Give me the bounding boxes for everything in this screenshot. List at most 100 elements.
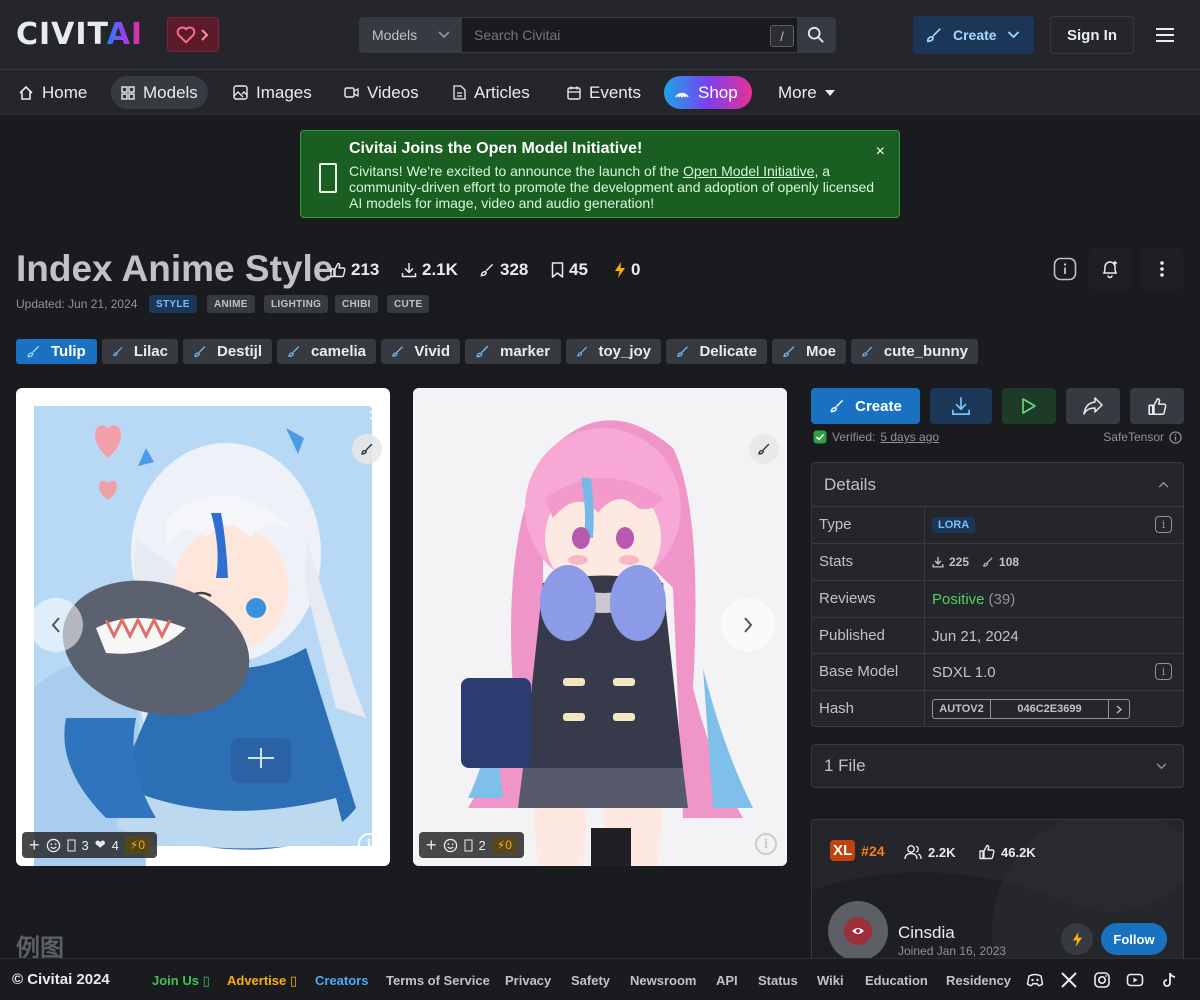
footer-residency[interactable]: Residency bbox=[946, 973, 1011, 988]
support-heart-button[interactable] bbox=[167, 17, 219, 52]
search-input[interactable] bbox=[462, 18, 797, 52]
nav-shop[interactable]: Shop bbox=[664, 76, 752, 109]
civitai-logo[interactable]: CIVITAI bbox=[16, 19, 143, 51]
carousel-prev-button[interactable] bbox=[29, 598, 83, 652]
tag-style[interactable]: STYLE bbox=[149, 295, 197, 313]
nav-more[interactable]: More bbox=[768, 76, 845, 109]
tag-anime[interactable]: ANIME bbox=[207, 295, 255, 313]
close-icon[interactable]: × bbox=[876, 143, 885, 161]
smile-icon[interactable] bbox=[46, 838, 61, 853]
header-create-button[interactable]: Create bbox=[913, 16, 1034, 54]
tip-buzz-button[interactable] bbox=[1061, 923, 1093, 955]
version-chip[interactable]: Delicate bbox=[666, 339, 767, 364]
brush-icon bbox=[361, 443, 373, 455]
more-options-button[interactable] bbox=[1141, 248, 1183, 290]
stat-collected: 45 bbox=[551, 259, 588, 281]
notify-bell-button[interactable] bbox=[1089, 248, 1131, 290]
footer-join-us[interactable]: Join Us ▯ bbox=[152, 973, 210, 989]
x-twitter-icon[interactable] bbox=[1060, 971, 1078, 989]
heart-icon[interactable]: ❤ bbox=[95, 837, 106, 853]
chevron-right-icon[interactable] bbox=[1109, 700, 1129, 718]
tag-lighting[interactable]: LIGHTING bbox=[264, 295, 329, 313]
version-chip[interactable]: Lilac bbox=[102, 339, 178, 364]
plus-icon[interactable]: + bbox=[29, 835, 40, 856]
plus-icon[interactable]: + bbox=[426, 835, 437, 856]
version-chip[interactable]: marker bbox=[465, 339, 561, 364]
share-button[interactable] bbox=[1066, 388, 1120, 424]
dots-vertical-icon[interactable]: · · · bbox=[368, 396, 374, 426]
play-button[interactable] bbox=[1002, 388, 1056, 424]
footer-creators[interactable]: Creators bbox=[315, 973, 368, 988]
tiktok-icon[interactable] bbox=[1160, 971, 1178, 989]
reviews-sentiment[interactable]: Positive bbox=[932, 591, 985, 608]
top-header: CIVITAI Models / Create Sign In bbox=[0, 0, 1200, 70]
follow-button[interactable]: Follow bbox=[1101, 923, 1167, 955]
open-model-initiative-link[interactable]: Open Model Initiative bbox=[683, 163, 815, 179]
model-info-button[interactable] bbox=[1044, 248, 1086, 290]
info-icon[interactable]: i bbox=[1155, 663, 1172, 680]
tag-cute[interactable]: CUTE bbox=[387, 295, 430, 313]
hash-box[interactable]: AUTOV2 046C2E3699 bbox=[932, 699, 1130, 719]
nav-articles[interactable]: Articles bbox=[443, 76, 540, 109]
menu-icon[interactable] bbox=[1154, 24, 1176, 46]
footer-wiki[interactable]: Wiki bbox=[817, 973, 844, 988]
create-button[interactable]: Create bbox=[811, 388, 920, 424]
creator-joined: Joined Jan 16, 2023 bbox=[898, 944, 1007, 958]
tag-chibi[interactable]: CHIBI bbox=[335, 295, 378, 313]
instagram-icon[interactable] bbox=[1093, 971, 1111, 989]
creator-name[interactable]: Cinsdia bbox=[898, 923, 955, 943]
like-button[interactable] bbox=[1130, 388, 1184, 424]
brush-icon bbox=[862, 346, 873, 357]
footer-privacy[interactable]: Privacy bbox=[505, 973, 551, 988]
version-chip[interactable]: Vivid bbox=[381, 339, 460, 364]
footer-api[interactable]: API bbox=[716, 973, 738, 988]
info-icon[interactable]: i bbox=[1155, 516, 1172, 533]
search-button[interactable] bbox=[797, 18, 835, 52]
info-icon[interactable]: i bbox=[358, 833, 380, 855]
nav-home[interactable]: Home bbox=[8, 76, 97, 109]
discord-icon[interactable] bbox=[1026, 971, 1044, 989]
nav-events[interactable]: Events bbox=[557, 76, 651, 109]
remix-brush-button[interactable] bbox=[352, 434, 382, 464]
version-chip[interactable]: toy_joy bbox=[566, 339, 661, 364]
footer-status[interactable]: Status bbox=[758, 973, 798, 988]
verified-time-link[interactable]: 5 days ago bbox=[880, 430, 939, 444]
info-icon[interactable]: i bbox=[755, 833, 777, 855]
footer-safety[interactable]: Safety bbox=[571, 973, 610, 988]
sign-in-button[interactable]: Sign In bbox=[1050, 16, 1134, 54]
buzz-tip[interactable]: ⚡0 bbox=[491, 836, 517, 854]
carousel-next-button[interactable] bbox=[721, 598, 775, 652]
safetensor-label: SafeTensor bbox=[1103, 430, 1182, 444]
avatar[interactable] bbox=[828, 901, 888, 961]
banner-title: Civitai Joins the Open Model Initiative! bbox=[349, 140, 643, 157]
remix-brush-button[interactable] bbox=[749, 434, 779, 464]
creator-likes: 46.2K bbox=[979, 844, 1036, 860]
nav-models[interactable]: Models bbox=[111, 76, 208, 109]
download-icon bbox=[952, 397, 970, 415]
chevron-down-icon bbox=[438, 31, 450, 39]
smile-icon[interactable] bbox=[443, 838, 458, 853]
youtube-icon[interactable] bbox=[1126, 971, 1144, 989]
info-circle-icon[interactable] bbox=[1169, 430, 1182, 444]
version-chip[interactable]: camelia bbox=[277, 339, 376, 364]
footer-education[interactable]: Education bbox=[865, 973, 928, 988]
version-chip[interactable]: cute_bunny bbox=[851, 339, 978, 364]
hash-value[interactable]: 046C2E3699 bbox=[991, 700, 1109, 718]
details-header[interactable]: Details bbox=[812, 463, 1183, 507]
nav-images[interactable]: Images bbox=[223, 76, 322, 109]
buzz-tip[interactable]: ⚡0 bbox=[124, 836, 151, 854]
footer-terms[interactable]: Terms of Service bbox=[386, 973, 490, 988]
search-category-select[interactable]: Models bbox=[360, 18, 462, 52]
dots-vertical-icon[interactable]: · · · bbox=[765, 396, 771, 426]
hash-type[interactable]: AUTOV2 bbox=[933, 700, 991, 718]
heart-icon bbox=[176, 26, 196, 43]
version-chip[interactable]: Destijl bbox=[183, 339, 272, 364]
search-shortcut-key: / bbox=[770, 25, 794, 47]
files-accordion[interactable]: 1 File bbox=[811, 744, 1184, 788]
footer-newsroom[interactable]: Newsroom bbox=[630, 973, 696, 988]
version-chip[interactable]: Moe bbox=[772, 339, 846, 364]
nav-videos[interactable]: Videos bbox=[334, 76, 429, 109]
footer-advertise[interactable]: Advertise ▯ bbox=[227, 973, 297, 989]
download-button[interactable] bbox=[930, 388, 992, 424]
version-chip[interactable]: Tulip bbox=[16, 339, 97, 364]
